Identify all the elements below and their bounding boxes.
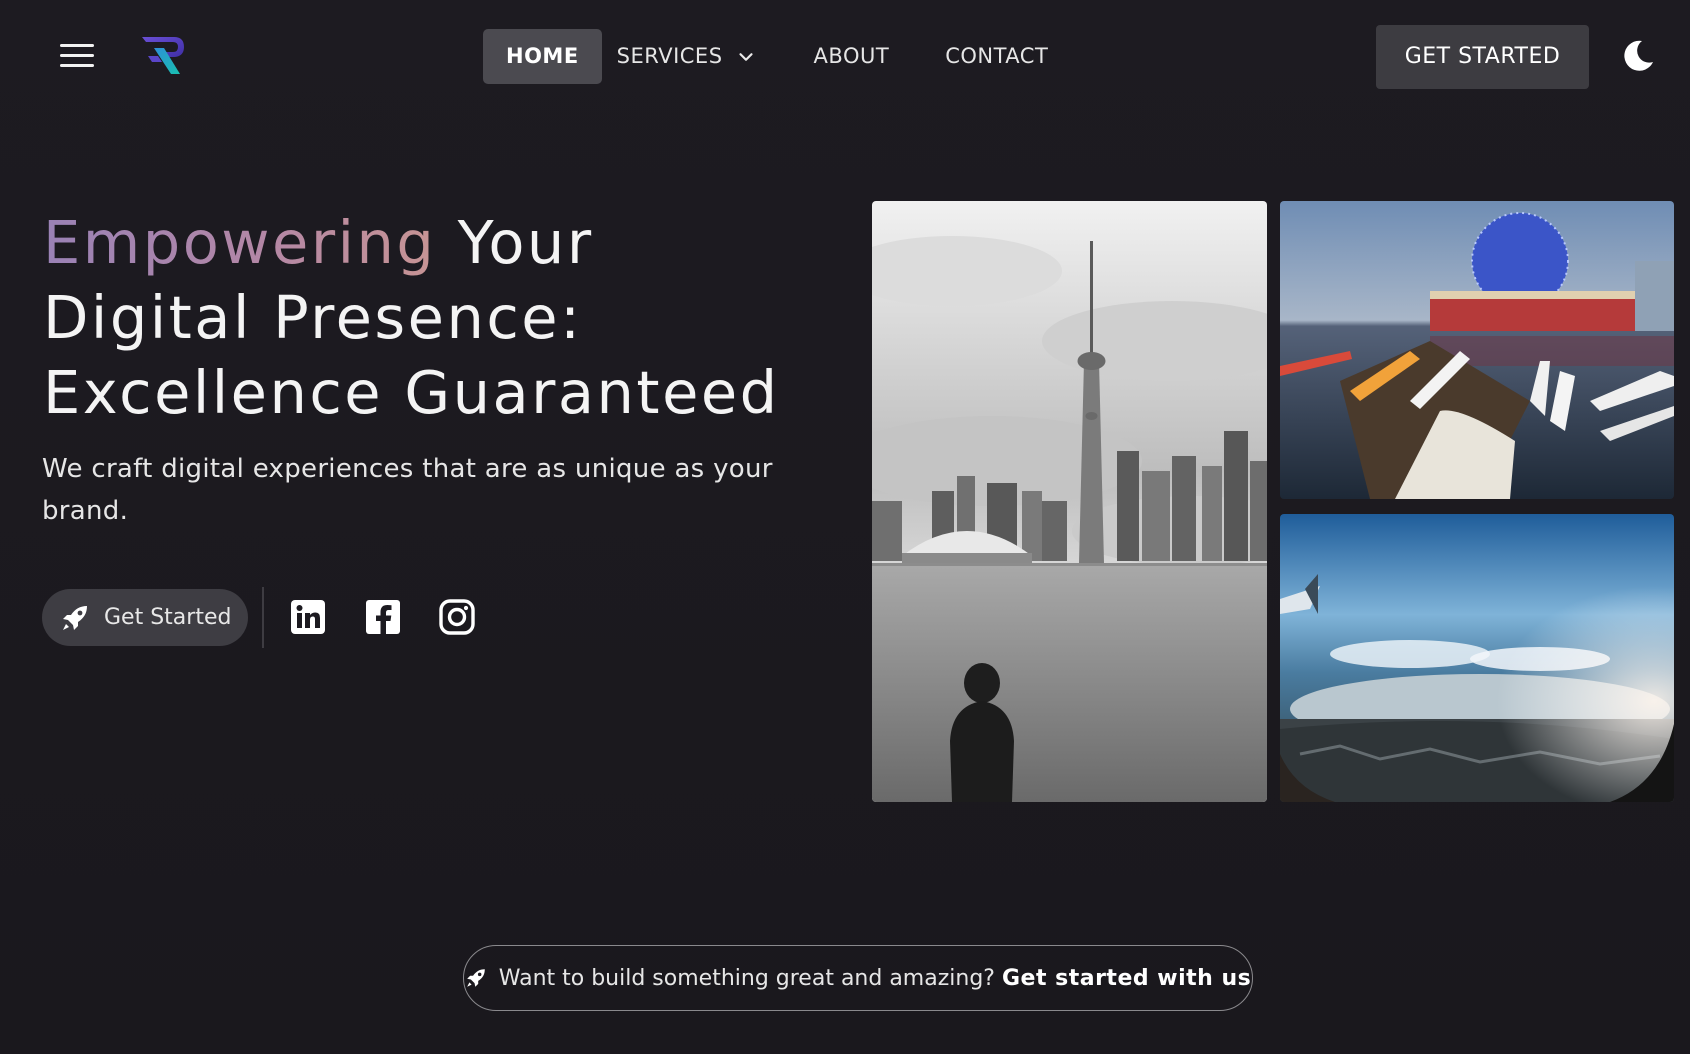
nav-services[interactable]: SERVICES [602,29,780,84]
hero-get-started-label: Get Started [104,605,232,630]
nav-contact[interactable]: CONTACT [915,29,1071,84]
main-nav: HOME SERVICES ABOUT CONTACT [483,29,1071,84]
hamburger-menu-icon[interactable] [60,44,94,68]
site-header: HOME SERVICES ABOUT CONTACT GET STARTED [0,0,1690,115]
hero-title-highlight: Empowering [43,208,437,277]
moon-icon[interactable] [1620,38,1656,74]
banner-get-started-link[interactable]: Get started with us [1002,966,1251,991]
landing-page: HOME SERVICES ABOUT CONTACT GET STARTED … [0,0,1690,1054]
banner-text: Want to build something great and amazin… [498,965,995,991]
instagram-icon[interactable] [438,598,476,636]
divider [262,587,264,648]
r-logo-icon[interactable] [140,34,188,76]
chevron-down-icon [738,52,753,61]
hero-title-line-2: Digital Presence: [43,283,583,352]
rocket-icon [63,605,87,630]
toronto-skyline-bw-photo [872,201,1267,802]
hero-title-word: Your [457,208,594,277]
rocket-icon [466,969,485,987]
get-started-button[interactable]: GET STARTED [1376,25,1589,89]
nav-home[interactable]: HOME [483,29,602,84]
linkedin-icon[interactable] [289,598,327,636]
hero-title-line-3: Excellence Guaranteed [43,358,780,427]
marina-with-boats-photo [1280,201,1674,499]
nav-services-label: SERVICES [616,44,723,68]
hero-get-started-button[interactable]: Get Started [42,589,248,646]
cta-banner: Want to build something great and amazin… [463,945,1253,1011]
facebook-icon[interactable] [364,598,402,636]
hero-subtitle: We craft digital experiences that are as… [42,454,773,526]
hero-title: Empowering Your Digital Presence: Excell… [43,205,843,430]
nav-about[interactable]: ABOUT [798,29,916,84]
aerial-city-from-plane-photo [1280,514,1674,802]
